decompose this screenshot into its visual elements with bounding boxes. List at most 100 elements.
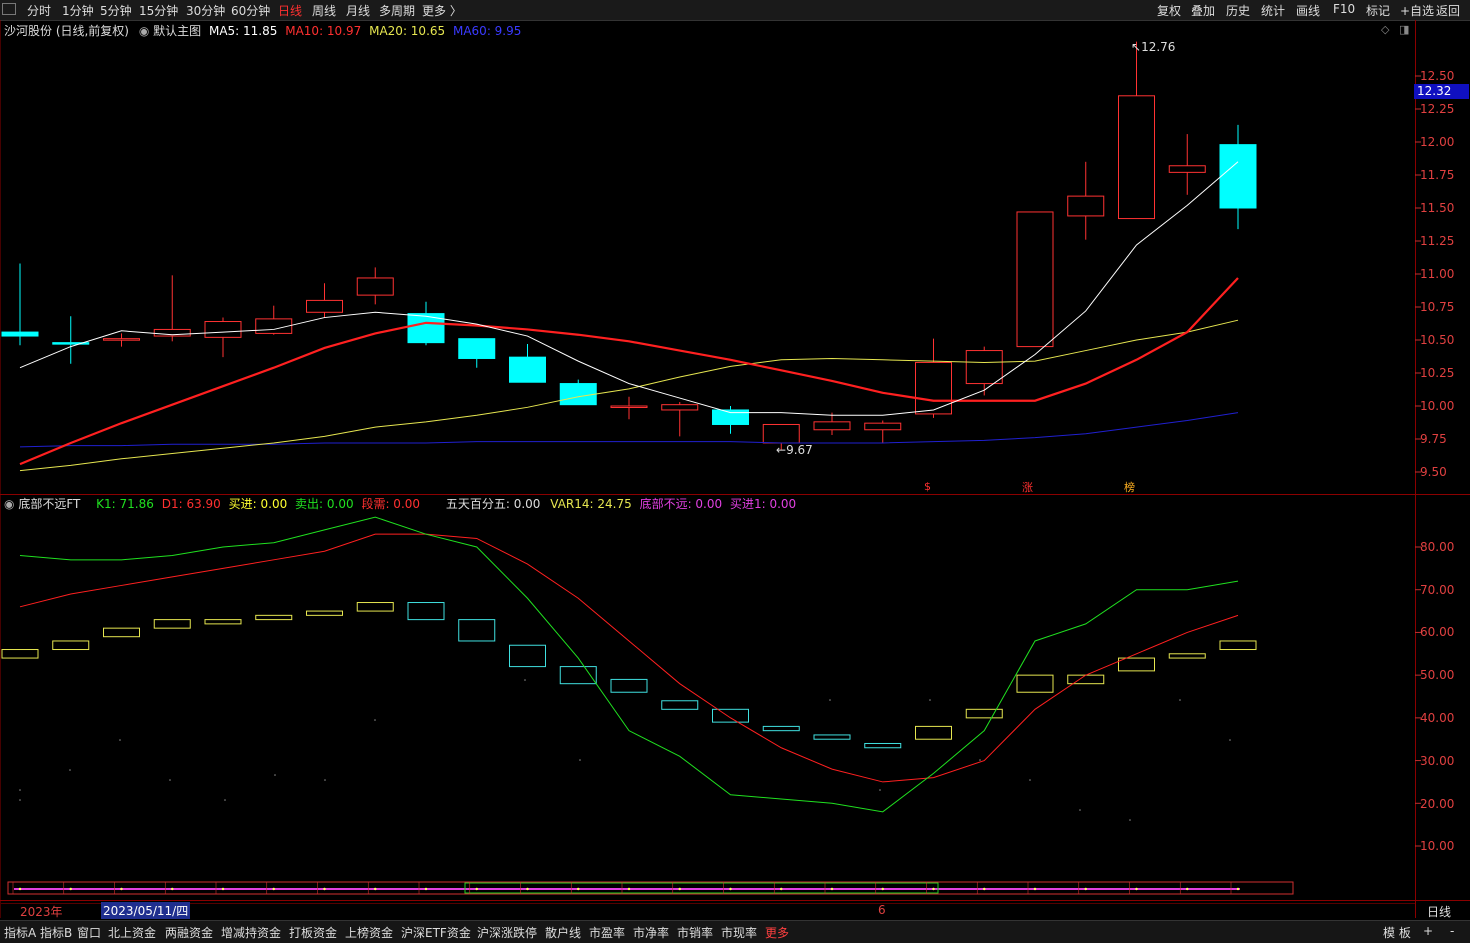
signal-strip-dot (171, 887, 174, 891)
tab-period-30min[interactable]: 30分钟 (186, 2, 225, 19)
tab-etf-funds[interactable]: 沪深ETF资金 (401, 924, 471, 941)
candle-body-down (458, 338, 496, 359)
signal-strip-green-zone (464, 882, 939, 894)
signal-strip-dot (830, 887, 834, 891)
action-fuquan[interactable]: 复权 (1157, 2, 1181, 19)
sub-y-tick: 10.00 (1420, 839, 1455, 853)
action-add-watchlist[interactable]: +自选 (1400, 2, 1434, 19)
var14-box (1067, 674, 1105, 685)
tab-ps[interactable]: 市销率 (677, 924, 713, 941)
low-price-value: 9.67 (786, 443, 813, 457)
sub-y-tick: 30.00 (1420, 754, 1455, 768)
scatter-dot (274, 774, 276, 776)
signal-strip-dot (323, 887, 326, 891)
tab-period-fenshi[interactable]: 分时 (27, 2, 51, 19)
tab-holdings-change[interactable]: 增减持资金 (221, 924, 281, 941)
tab-northbound[interactable]: 北上资金 (108, 924, 156, 941)
scatter-dot (374, 719, 376, 721)
scatter-dot (119, 739, 121, 741)
tab-indicator-b[interactable]: 指标B (40, 924, 72, 941)
tab-period-more[interactable]: 更多 〉 (422, 2, 462, 19)
marker-dollar[interactable]: $ (924, 480, 931, 493)
tab-pe[interactable]: 市盈率 (589, 924, 625, 941)
panel-toggle-icon[interactable]: ◨ (1399, 23, 1409, 36)
tab-margin[interactable]: 两融资金 (165, 924, 213, 941)
tab-limit-up-funds[interactable]: 打板资金 (289, 924, 337, 941)
action-f10[interactable]: F10 (1333, 2, 1355, 16)
var14-box (610, 678, 648, 693)
signal-strip-dot (1135, 887, 1138, 891)
tab-pb[interactable]: 市净率 (633, 924, 669, 941)
signal-strip-dot (526, 887, 529, 891)
zoom-out-button[interactable]: - (1450, 924, 1454, 938)
scatter-dot (979, 759, 981, 761)
signal-strip-dot (577, 887, 580, 891)
tab-indicator-a[interactable]: 指标A (4, 924, 36, 941)
signal-strip-dot (780, 887, 783, 891)
tab-period-weekly[interactable]: 周线 (312, 2, 336, 19)
d1-line (19, 533, 1239, 783)
main-y-tick: 10.50 (1420, 333, 1455, 347)
scatter-dot (829, 699, 831, 701)
diamond-icon[interactable]: ◇ (1381, 23, 1389, 36)
candle-body-up (762, 423, 800, 444)
main-indicator-name[interactable]: 默认主图 (153, 24, 201, 38)
tab-retail-line[interactable]: 散户线 (545, 924, 581, 941)
marker-zhang[interactable]: 涨 (1022, 479, 1033, 495)
short-value: 段需: 0.00 (361, 497, 421, 511)
ma60-line (19, 412, 1239, 448)
scatter-dot (224, 799, 226, 801)
action-stats[interactable]: 统计 (1261, 2, 1285, 19)
tab-period-15min[interactable]: 15分钟 (139, 2, 178, 19)
tab-period-multi[interactable]: 多周期 (379, 2, 415, 19)
scatter-dot (19, 799, 21, 801)
main-y-tick: 12.50 (1420, 69, 1455, 83)
var14-box (813, 734, 851, 740)
signal-strip-dot (475, 887, 478, 891)
tab-period-1min[interactable]: 1分钟 (62, 2, 94, 19)
sub-indicator-toggle-icon[interactable]: ◉ (4, 497, 14, 511)
var14-box (103, 627, 140, 638)
main-info-line: 沙河股份 (日线,前复权) ◉ 默认主图 MA5: 11.85 MA10: 10… (4, 22, 521, 39)
signal-strip-dot (424, 887, 428, 891)
template-button[interactable]: 模 板 (1383, 924, 1411, 941)
tab-pcf[interactable]: 市现率 (721, 924, 757, 941)
sub-indicator-name[interactable]: 底部不远FT (18, 497, 80, 511)
var14-box (1016, 674, 1054, 693)
main-y-tick: 9.75 (1420, 432, 1447, 446)
tab-more[interactable]: 更多 (765, 924, 789, 941)
marker-bang[interactable]: 榜 (1124, 479, 1135, 495)
candle-body-up (965, 350, 1003, 385)
tab-limit-stats[interactable]: 沪深涨跌停 (477, 924, 537, 941)
action-history[interactable]: 历史 (1226, 2, 1250, 19)
action-draw[interactable]: 画线 (1296, 2, 1320, 19)
sub-y-tick: 50.00 (1420, 668, 1455, 682)
tab-period-5min[interactable]: 5分钟 (100, 2, 132, 19)
action-back[interactable]: 返回 (1436, 2, 1460, 19)
ma10-line (19, 277, 1239, 466)
var14-box (509, 644, 546, 668)
timeline-year: 2023年 (20, 905, 63, 919)
var14-box (356, 602, 394, 612)
var14-box (458, 619, 496, 642)
sell-value: 卖出: 0.00 (295, 497, 354, 511)
menu-icon[interactable] (2, 3, 16, 15)
indicator-toggle-icon[interactable]: ◉ (139, 24, 149, 38)
action-overlay[interactable]: 叠加 (1191, 2, 1215, 19)
zoom-in-button[interactable]: + (1423, 924, 1433, 938)
tab-period-daily[interactable]: 日线 (278, 2, 302, 19)
ma10-value: MA10: 10.97 (285, 24, 362, 38)
scatter-dot (579, 759, 581, 761)
ma20-line (19, 319, 1239, 472)
tab-period-monthly[interactable]: 月线 (346, 2, 370, 19)
tab-period-60min[interactable]: 60分钟 (231, 2, 270, 19)
main-y-tick: 12.25 (1420, 102, 1455, 116)
tab-list-funds[interactable]: 上榜资金 (345, 924, 393, 941)
main-y-tick: 11.75 (1420, 168, 1455, 182)
stock-title: 沙河股份 (日线,前复权) (4, 24, 129, 38)
tab-window[interactable]: 窗口 (77, 924, 101, 941)
candle-body-up (864, 422, 902, 431)
action-mark[interactable]: 标记 (1366, 2, 1390, 19)
candle-body-down (509, 356, 546, 383)
scatter-dot (929, 699, 931, 701)
